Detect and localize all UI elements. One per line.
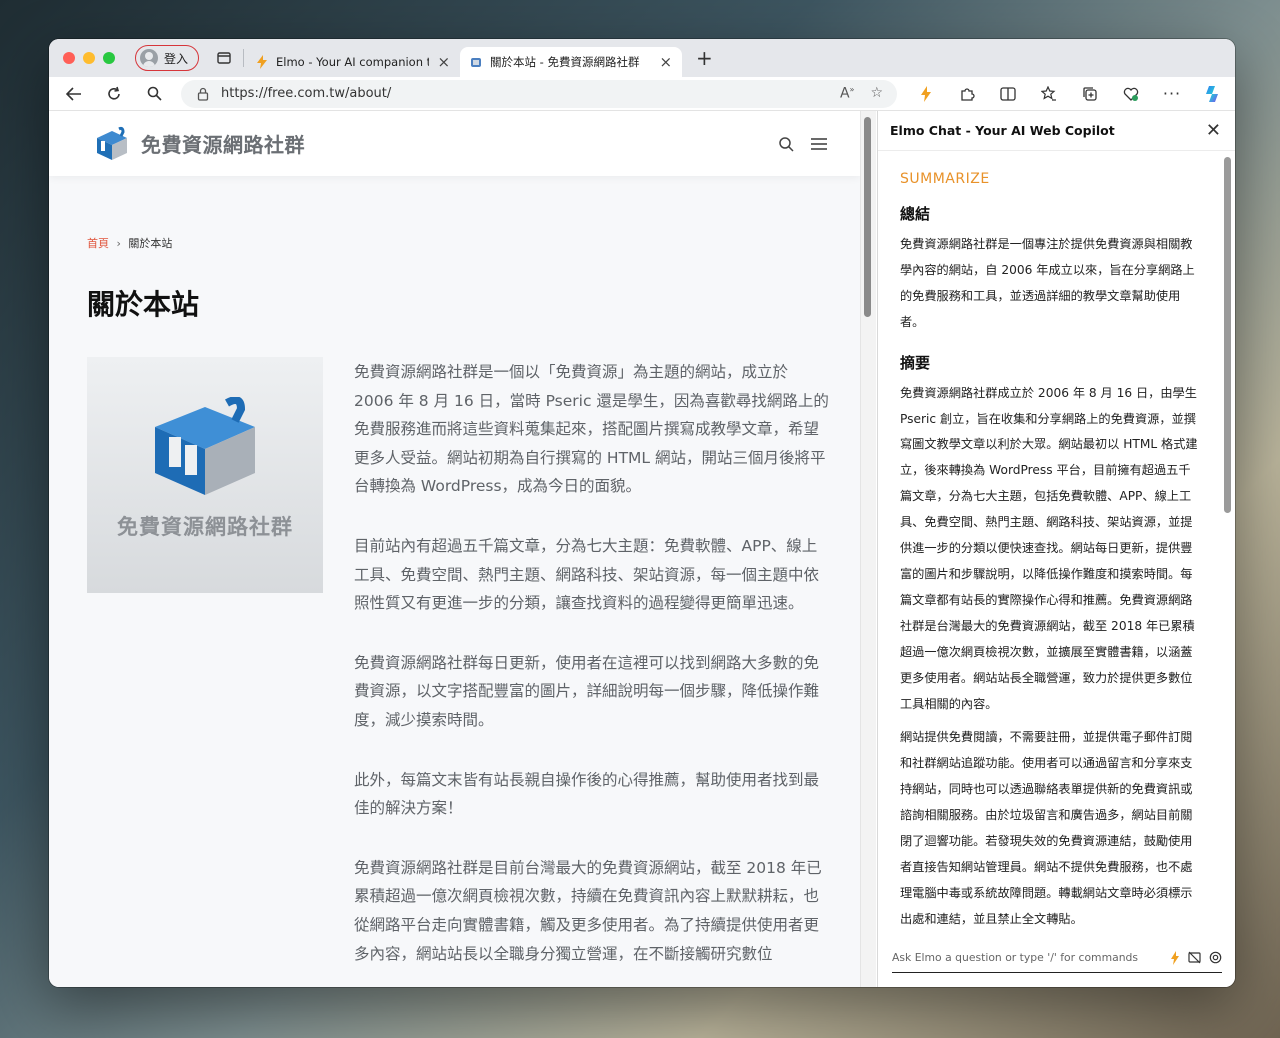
split-screen-icon xyxy=(1000,86,1016,101)
back-button[interactable] xyxy=(59,80,89,108)
lightning-icon xyxy=(257,55,268,69)
site-favicon-icon xyxy=(471,58,482,67)
window-controls xyxy=(63,52,115,64)
elmo-extension-button[interactable] xyxy=(911,80,941,108)
breadcrumb-home-link[interactable]: 首頁 xyxy=(87,237,109,250)
puzzle-icon xyxy=(961,87,975,101)
close-panel-icon[interactable]: ✕ xyxy=(1206,120,1221,141)
maximize-window-button[interactable] xyxy=(103,52,115,64)
article-paragraph: 免費資源網路社群是目前台灣最大的免費資源網站，截至 2018 年已累積超過一億次… xyxy=(354,858,822,963)
search-button[interactable] xyxy=(139,80,169,108)
site-logo-icon[interactable] xyxy=(93,126,131,162)
web-page: 免費資源網路社群 首頁 › 關於本站 關於本站 免費資源網路社群 免費資源網路社… xyxy=(49,111,860,987)
tab-divider xyxy=(243,49,245,67)
tab-elmo[interactable]: Elmo - Your AI companion to c × xyxy=(246,47,460,77)
article-paragraph: 此外，每篇文末皆有站長親自操作後的心得推薦，幫助使用者找到最佳的解決方案！ xyxy=(354,770,820,818)
tab-title: 關於本站 - 免費資源網路社群 xyxy=(490,55,640,69)
abstract-heading: 摘要 xyxy=(900,353,931,372)
article-paragraph: 目前站內有超過五千篇文章，分為七大主題：免費軟體、APP、線上工具、免費空間、熱… xyxy=(354,536,820,613)
no-image-icon[interactable] xyxy=(1188,951,1201,964)
tab-actions-icon[interactable] xyxy=(215,49,233,67)
abstract-text: 網站提供免費閱讀，不需要註冊，並提供電子郵件訂閱和社群網站追蹤功能。使用者可以通… xyxy=(900,730,1193,926)
read-aloud-icon[interactable]: A» xyxy=(840,85,854,102)
browser-toolbar: https://free.com.tw/about/ A» ☆ ··· xyxy=(49,77,1235,111)
panel-scrollbar-thumb[interactable] xyxy=(1224,157,1231,513)
address-bar[interactable]: https://free.com.tw/about/ A» ☆ xyxy=(181,79,897,108)
copilot-icon xyxy=(1206,85,1218,102)
favorite-star-icon[interactable]: ☆ xyxy=(870,85,883,102)
site-logo-text[interactable]: 免費資源網路社群 xyxy=(141,129,305,158)
close-window-button[interactable] xyxy=(63,52,75,64)
heart-pulse-icon xyxy=(1123,87,1139,101)
panel-content: SUMMARIZE 總結 免費資源網路社群是一個專注於提供免費資源與相關教學內容… xyxy=(900,163,1200,933)
browser-window: 登入 Elmo - Your AI companion to c × 關於本站 … xyxy=(49,39,1235,987)
close-tab-icon[interactable]: × xyxy=(437,53,450,71)
summary-heading: 總結 xyxy=(900,205,931,223)
elmo-side-panel: Elmo Chat - Your AI Web Copilot ✕ SUMMAR… xyxy=(877,111,1235,987)
site-header: 免費資源網路社群 xyxy=(49,111,860,176)
browser-essentials-button[interactable] xyxy=(1116,80,1146,108)
article-paragraph: 免費資源網路社群每日更新，使用者在這裡可以找到網路大多數的免費資源，以文字搭配豐… xyxy=(354,653,820,729)
summary-text: 免費資源網路社群是一個專注於提供免費資源與相關教學內容的網站，自 2006 年成… xyxy=(900,237,1195,329)
breadcrumb-separator: › xyxy=(116,237,121,250)
close-tab-icon[interactable]: × xyxy=(659,53,672,71)
minimize-window-button[interactable] xyxy=(83,52,95,64)
lightning-icon xyxy=(921,85,931,102)
url-text: https://free.com.tw/about/ xyxy=(221,86,392,101)
breadcrumb-current: 關於本站 xyxy=(128,237,173,250)
collections-icon xyxy=(1083,86,1097,101)
article-body: 免費資源網路社群是一個以「免費資源」為主題的網站，成立於 2006 年 8 月 … xyxy=(354,358,830,987)
extensions-button[interactable] xyxy=(952,80,982,108)
menu-icon[interactable] xyxy=(810,137,828,151)
page-title: 關於本站 xyxy=(87,288,200,321)
avatar-icon xyxy=(140,49,158,67)
more-icon: ··· xyxy=(1162,84,1182,103)
lock-icon xyxy=(197,87,209,101)
search-icon xyxy=(147,86,162,101)
site-logo-graphic-icon xyxy=(155,397,255,495)
settings-icon[interactable] xyxy=(1209,951,1222,964)
breadcrumb: 首頁 › 關於本站 xyxy=(87,235,172,251)
chat-input-placeholder: Ask Elmo a question or type '/' for comm… xyxy=(892,951,1139,964)
panel-title: Elmo Chat - Your AI Web Copilot xyxy=(890,123,1115,138)
search-icon[interactable] xyxy=(778,136,794,152)
profile-button[interactable]: 登入 xyxy=(135,45,200,71)
favorites-icon xyxy=(1041,85,1056,101)
page-scrollbar[interactable] xyxy=(860,111,876,987)
back-arrow-icon xyxy=(66,86,81,101)
panel-header: Elmo Chat - Your AI Web Copilot ✕ xyxy=(878,111,1235,151)
more-menu-button[interactable]: ··· xyxy=(1157,80,1187,108)
article-paragraph: 免費資源網路社群是一個以「免費資源」為主題的網站，成立於 2006 年 8 月 … xyxy=(354,363,829,496)
collections-button[interactable] xyxy=(1075,80,1105,108)
featured-caption: 免費資源網路社群 xyxy=(117,515,293,539)
tab-title: Elmo - Your AI companion to c xyxy=(276,55,430,69)
summarize-label: SUMMARIZE xyxy=(900,171,990,187)
tab-about[interactable]: 關於本站 - 免費資源網路社群 × xyxy=(460,47,683,77)
abstract-text: 免費資源網路社群成立於 2006 年 8 月 16 日，由學生 Pseric 創… xyxy=(900,385,1198,711)
split-screen-button[interactable] xyxy=(993,80,1023,108)
profile-label: 登入 xyxy=(164,51,189,66)
favorites-button[interactable] xyxy=(1034,80,1064,108)
reload-icon xyxy=(108,86,120,100)
page-scrollbar-thumb[interactable] xyxy=(864,117,871,317)
copilot-button[interactable] xyxy=(1198,80,1228,108)
tab-strip: 登入 Elmo - Your AI companion to c × 關於本站 … xyxy=(49,39,1235,77)
reload-button[interactable] xyxy=(99,80,129,108)
featured-image: 免費資源網路社群 xyxy=(87,357,323,593)
chat-input[interactable]: Ask Elmo a question or type '/' for comm… xyxy=(892,943,1222,973)
lightning-icon[interactable] xyxy=(1170,950,1180,965)
new-tab-button[interactable]: + xyxy=(696,46,713,70)
